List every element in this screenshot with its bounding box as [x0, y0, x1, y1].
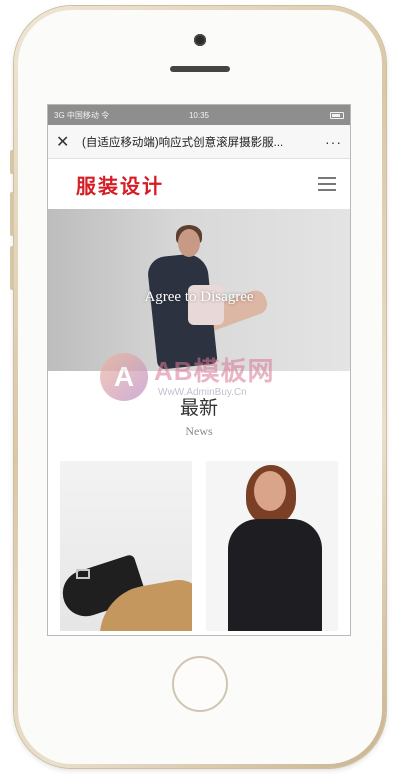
phone-screen: 3G 中国移动 令 10:35 ✕ (自适应移动端)响应式创意滚屏摄影服... … [47, 104, 351, 636]
status-icons [330, 111, 344, 119]
volume-down-button [10, 246, 14, 290]
more-icon[interactable]: ··· [325, 134, 342, 150]
mute-switch [10, 150, 14, 174]
hero-banner[interactable]: Agree to Disagree [48, 209, 350, 371]
news-grid [48, 461, 350, 631]
news-card-sweater[interactable] [206, 461, 338, 631]
menu-icon[interactable] [318, 177, 336, 191]
close-icon[interactable]: ✕ [56, 132, 76, 152]
model-face [254, 471, 286, 511]
hero-model-head [178, 229, 200, 257]
clock: 10:35 [188, 110, 210, 120]
camera-icon [194, 34, 206, 46]
site-header: 服装设计 [48, 159, 350, 209]
status-bar: 3G 中国移动 令 10:35 [48, 105, 350, 125]
news-section-heading: 最新 News [48, 393, 350, 439]
home-button-icon[interactable] [172, 656, 228, 712]
site-logo[interactable]: 服装设计 [76, 170, 164, 199]
earpiece-speaker [170, 66, 230, 72]
shoe-buckle [76, 569, 90, 579]
news-card-shoes[interactable] [60, 461, 192, 631]
hero-caption: Agree to Disagree [144, 289, 254, 305]
volume-up-button [10, 192, 14, 236]
browser-toolbar: ✕ (自适应移动端)响应式创意滚屏摄影服... ··· [48, 125, 350, 159]
browser-page-title: (自适应移动端)响应式创意滚屏摄影服... [82, 136, 284, 149]
section-title-en: News [185, 424, 213, 438]
black-sweater [228, 519, 322, 631]
battery-icon [330, 111, 344, 119]
section-title-cn: 最新 [179, 398, 218, 419]
